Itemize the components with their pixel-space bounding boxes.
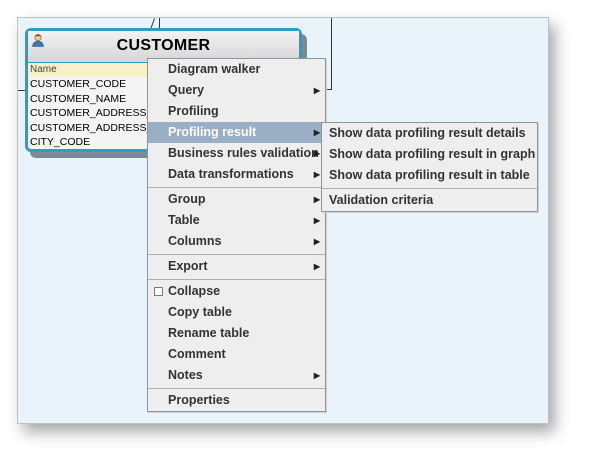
submenu-item-3[interactable]: Show data profiling result in table	[322, 165, 537, 186]
menu-item-notes[interactable]: Notes ▶	[148, 365, 325, 386]
menu-item-export[interactable]: Export ▶	[148, 256, 325, 277]
submenu-arrow-icon: ▶	[313, 195, 320, 204]
menu-item-table[interactable]: Table ▶	[148, 210, 325, 231]
checkbox-icon[interactable]	[154, 287, 163, 296]
menu-separator	[148, 388, 325, 389]
menu-item-data-transformations[interactable]: Data transformations ▶	[148, 164, 325, 185]
submenu-arrow-icon: ▶	[313, 237, 320, 246]
menu-item-label: Query	[168, 83, 205, 97]
menu-item-label: Comment	[168, 347, 226, 361]
menu-separator	[148, 187, 325, 188]
menu-item-comment[interactable]: Comment	[148, 344, 325, 365]
menu-item-label: Diagram walker	[168, 62, 261, 76]
menu-item-label: Table	[168, 213, 200, 227]
submenu-arrow-icon: ▶	[313, 262, 320, 271]
menu-separator	[148, 254, 325, 255]
menu-item-properties[interactable]: Properties	[148, 390, 325, 411]
submenu-item-validation-criteria[interactable]: Validation criteria	[322, 190, 537, 211]
submenu-arrow-icon: ▶	[313, 216, 320, 225]
menu-item-label: Columns	[168, 234, 222, 248]
menu-item-profiling-result[interactable]: Profiling result ▶	[148, 122, 325, 143]
submenu-arrow-icon: ▶	[313, 371, 320, 380]
submenu-arrow-icon: ▶	[313, 170, 320, 179]
menu-item-group[interactable]: Group ▶	[148, 189, 325, 210]
menu-item-copy-table[interactable]: Copy table	[148, 302, 325, 323]
menu-item-label: Notes	[168, 368, 203, 382]
submenu-arrow-icon: ▶	[313, 149, 320, 158]
profiling-result-submenu: Show data profiling result details Show d…	[321, 122, 538, 212]
menu-item-label: Properties	[168, 393, 230, 407]
menu-item-label: Business rules validation	[168, 146, 319, 160]
menu-item-collapse[interactable]: Collapse	[148, 281, 325, 302]
menu-item-diagram-walker[interactable]: Diagram walker	[148, 59, 325, 80]
submenu-item-2[interactable]: Show data profiling result in graph	[322, 144, 537, 165]
context-menu: Diagram walker Query ▶ Profiling Profiling r…	[147, 58, 326, 412]
menu-separator	[148, 279, 325, 280]
menu-item-label: Group	[168, 192, 206, 206]
diagram-canvas[interactable]: CUSTOMER Name CUSTOMER_CODE CUSTOMER_NAME…	[17, 17, 549, 424]
menu-item-query[interactable]: Query ▶	[148, 80, 325, 101]
menu-item-label: Profiling	[168, 104, 219, 118]
menu-item-business-rules-validation[interactable]: Business rules validation ▶	[148, 143, 325, 164]
relationship-line	[331, 18, 332, 90]
menu-item-columns[interactable]: Columns ▶	[148, 231, 325, 252]
menu-item-profiling[interactable]: Profiling	[148, 101, 325, 122]
menu-item-label: Rename table	[168, 326, 250, 340]
menu-item-label: Copy table	[168, 305, 232, 319]
menu-separator	[322, 188, 537, 189]
menu-item-label: Export	[168, 259, 208, 273]
menu-item-rename-table[interactable]: Rename table	[148, 323, 325, 344]
relationship-line	[18, 90, 25, 91]
entity-title: CUSTOMER	[116, 37, 211, 54]
menu-item-label: Data transformations	[168, 167, 294, 181]
menu-item-label: Collapse	[168, 284, 221, 298]
submenu-arrow-icon: ▶	[313, 86, 320, 95]
submenu-item-1[interactable]: Show data profiling result details	[322, 123, 537, 144]
submenu-arrow-icon: ▶	[313, 128, 320, 137]
menu-item-label: Profiling result	[168, 125, 257, 139]
